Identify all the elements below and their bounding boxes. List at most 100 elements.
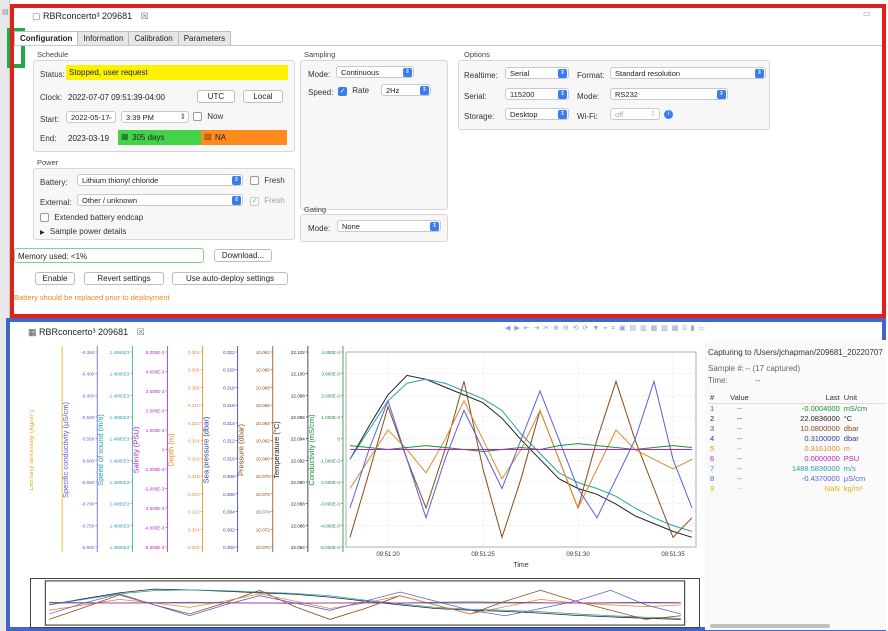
tick-label: 0.304: [223, 510, 235, 515]
download-button[interactable]: Download...: [214, 249, 272, 262]
now-checkbox[interactable]: [193, 112, 202, 121]
rate-checkbox-wrap[interactable]: ✓ Rate: [338, 86, 369, 96]
x-tick-label: 09:51:30: [566, 552, 590, 558]
tick-label: -1.000E-3: [144, 467, 165, 472]
tick-label: 0.314: [223, 421, 235, 426]
sample-power-disclosure[interactable]: ▶ Sample power details: [40, 227, 126, 236]
table-row[interactable]: 5 -- 0.3161000 m: [708, 444, 886, 454]
realtime-value: Serial: [510, 69, 530, 78]
horizontal-scrollbar[interactable]: [710, 624, 830, 628]
close-icon[interactable]: ☒: [141, 11, 149, 21]
channel-unit: mS/cm: [843, 404, 868, 414]
tick-label: 1.4885E3: [110, 545, 130, 550]
table-row[interactable]: 2 -- 22.0836000 °C: [708, 414, 886, 424]
fresh-checkbox[interactable]: [250, 176, 259, 185]
rate-select[interactable]: 2Hz ⇕: [381, 84, 431, 96]
close-icon[interactable]: ☒: [137, 327, 145, 337]
extended-checkbox[interactable]: [40, 213, 49, 222]
extended-checkbox-wrap[interactable]: Extended battery endcap: [40, 213, 143, 224]
serial-value: 115200: [510, 90, 535, 99]
table-row[interactable]: 4 -- 0.3100000 dbar: [708, 434, 886, 444]
sample-value: -- (17 captured): [745, 364, 801, 373]
channel-last: NaN: [824, 484, 840, 493]
tick-label: 22.100: [291, 372, 305, 377]
format-select[interactable]: Standard resolution ⇕: [610, 67, 766, 79]
tick-label: 10.092: [256, 350, 270, 355]
plot-toolbar[interactable]: ◀ ▶ ⇤ ⇥ ✂ ⊕ ⊖ ⟲ ⟳ ▼ ⌖ ⌗ ▣ ▤ ▥ ▦ ▧ ▩ ⌸ ▮ …: [505, 324, 875, 334]
axis-title: Speed of sound (m/s): [96, 414, 105, 486]
info-icon[interactable]: i: [664, 110, 673, 119]
tick-label: -2.000E-3: [144, 487, 165, 492]
local-button[interactable]: Local: [243, 90, 283, 103]
fresh-checkbox-wrap[interactable]: Fresh: [250, 176, 285, 187]
channel-number: 2: [710, 414, 715, 423]
sampling-mode-select[interactable]: Continuous ⇕: [336, 66, 414, 78]
disclosure-triangle-icon: ▶: [40, 230, 45, 236]
table-row[interactable]: 9 -- NaN kg/m³: [708, 484, 886, 494]
plot-icon: ▦: [28, 327, 37, 337]
chevron-updown-icon: ⇕: [232, 196, 241, 205]
table-row[interactable]: 1 -- -0.0004000 mS/cm: [708, 404, 886, 414]
chevron-updown-icon: ⇕: [558, 69, 567, 78]
channel-number: 5: [710, 444, 715, 453]
chevron-updown-icon: ⇕: [755, 69, 764, 78]
battery-select[interactable]: Lithium thionyl chloride ⇕: [77, 174, 243, 186]
external-select[interactable]: Other / unknown ⇕: [77, 194, 243, 206]
rate-checkbox[interactable]: ✓: [338, 87, 347, 96]
utc-button[interactable]: UTC: [197, 90, 235, 103]
overview-chart[interactable]: [30, 578, 700, 628]
tab-information[interactable]: Information: [77, 31, 130, 46]
view-menu-icon[interactable]: ▤: [2, 8, 10, 18]
col-number-header: #: [708, 392, 722, 404]
tick-label: 0.318: [223, 385, 235, 390]
status-value: Stopped, user request: [69, 68, 148, 77]
editor-tab[interactable]: ▢ RBRconcerto³ 209681 ☒: [32, 11, 149, 25]
tick-label: 0.304: [188, 350, 200, 355]
tick-label: 1.4885E3: [110, 372, 130, 377]
tick-label: 3.000E-3: [321, 372, 340, 377]
chevron-updown-icon: ⇕: [430, 222, 439, 231]
minimize-icon[interactable]: ▭: [863, 9, 871, 18]
table-row[interactable]: 8 -- -0.4370000 µS/cm: [708, 474, 886, 484]
plot-tab[interactable]: ▦ RBRconcerto³ 209681 ☒: [28, 327, 145, 338]
tick-label: 1.000E-3: [146, 428, 165, 433]
serial-mode-select[interactable]: RS232 ⇕: [610, 88, 728, 100]
now-checkbox-wrap[interactable]: Now: [193, 112, 223, 123]
gating-mode-select[interactable]: None ⇕: [337, 220, 441, 232]
channel-value: --: [737, 414, 742, 423]
tick-label: -0.600: [81, 458, 94, 463]
tab-parameters[interactable]: Parameters: [177, 31, 232, 46]
tick-label: -0.700: [81, 502, 94, 507]
tick-label: -0.800: [81, 545, 94, 550]
channel-value: --: [737, 464, 742, 473]
table-row[interactable]: 6 -- 0.0000000 PSU: [708, 454, 886, 464]
enable-button[interactable]: Enable: [35, 272, 75, 285]
battery-icon: ▦: [121, 132, 129, 141]
start-time-stepper[interactable]: 3:39 PM ⇕: [121, 111, 189, 123]
tab-calibration[interactable]: Calibration: [128, 31, 179, 46]
serial-select[interactable]: 115200 ⇕: [505, 88, 569, 100]
stepper-icon[interactable]: ⇕: [180, 112, 186, 121]
storage-select[interactable]: Desktop ⇕: [505, 108, 569, 120]
start-date-picker[interactable]: 2022-05-17 ⌄: [66, 111, 116, 123]
start-time: 3:39 PM: [126, 113, 154, 122]
table-row[interactable]: 7 -- 1488.5836000 m/s: [708, 464, 886, 474]
gating-mode-value: None: [342, 222, 360, 231]
tick-label: -1.000E-3: [320, 458, 341, 463]
serial-mode-label: Mode:: [577, 92, 600, 101]
tick-label: 2.000E-3: [146, 409, 165, 414]
revert-settings-button[interactable]: Revert settings: [84, 272, 164, 285]
external-value: Other / unknown: [82, 196, 138, 205]
table-row[interactable]: 3 -- 10.0800000 dbar: [708, 424, 886, 434]
tab-configuration[interactable]: Configuration: [14, 31, 79, 46]
end-date: 2023-03-19: [68, 134, 109, 143]
channel-last: -0.4370000: [801, 474, 840, 483]
tick-label: 0.326: [188, 545, 200, 550]
tick-label: 1.4885E3: [110, 502, 130, 507]
realtime-select[interactable]: Serial ⇕: [505, 67, 569, 79]
tick-label: -0.400: [81, 372, 94, 377]
auto-deploy-button[interactable]: Use auto-deploy settings: [172, 272, 288, 285]
multi-axis-line-chart[interactable]: Density anomaly (kg/m³) Specific conducti…: [30, 340, 700, 575]
channel-last: 0.0000000: [804, 454, 840, 463]
tick-label: 10.076: [256, 492, 270, 497]
